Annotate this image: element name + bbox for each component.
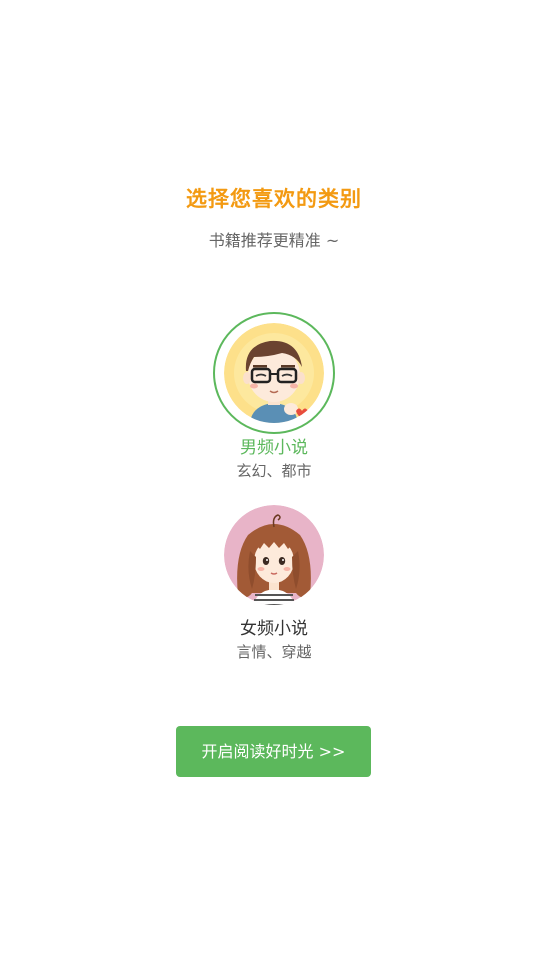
category-desc-female: 言情、穿越	[236, 643, 312, 661]
category-option-male[interactable]: 男频小说 玄幻、都市	[0, 312, 548, 481]
category-desc-male: 玄幻、都市	[236, 462, 312, 480]
category-option-female[interactable]: 女频小说 言情、穿越	[0, 505, 548, 662]
avatar-selected-ring	[213, 312, 335, 434]
avatar-ring	[224, 505, 324, 605]
category-selection-screen: 选择您喜欢的类别 书籍推荐更精准 ~ 男频小说 玄幻、都市 女频小说 言情、穿越…	[0, 0, 548, 976]
category-name-male: 男频小说	[240, 438, 308, 458]
page-subtitle: 书籍推荐更精准 ~	[208, 231, 340, 250]
start-reading-button[interactable]: 开启阅读好时光 >>	[176, 726, 371, 777]
boy-with-glasses-avatar-icon	[224, 323, 324, 423]
category-name-female: 女频小说	[240, 619, 308, 639]
page-title: 选择您喜欢的类别	[186, 187, 362, 211]
girl-with-bangs-avatar-icon	[224, 505, 324, 605]
